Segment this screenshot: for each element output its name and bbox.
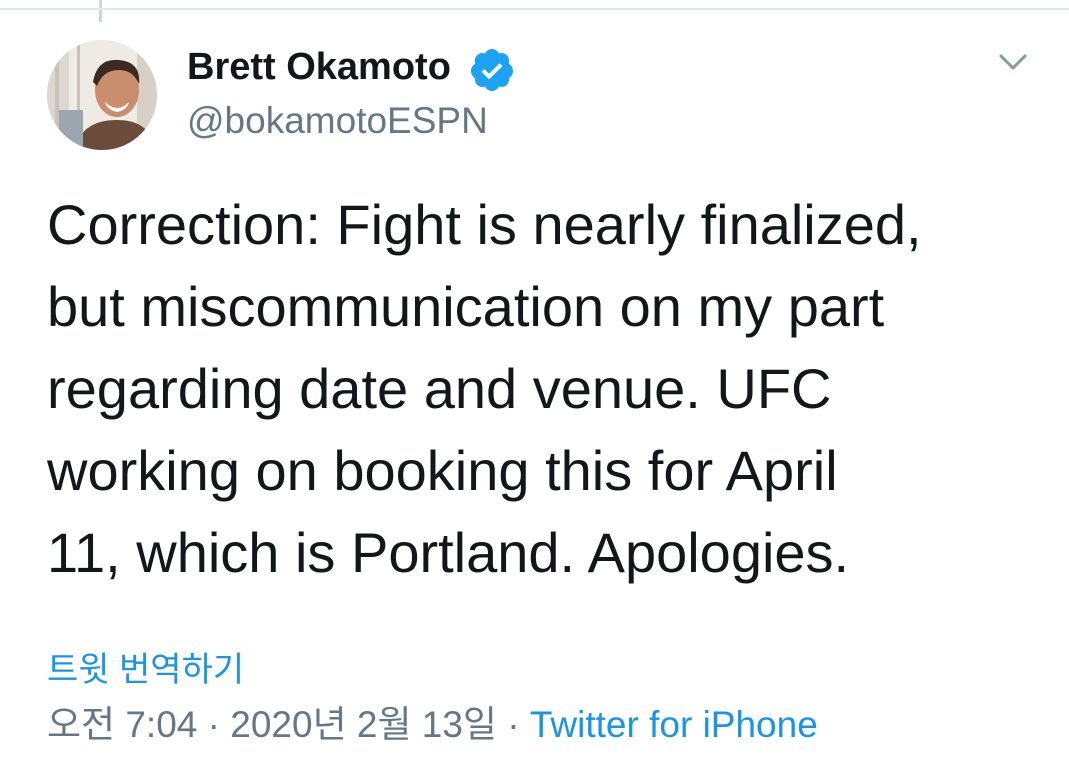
source-link[interactable]: Twitter for iPhone <box>530 704 818 745</box>
tweet-text-line: 11, which is Portland. Apologies. <box>47 521 850 584</box>
tweet-text-line: regarding date and venue. UFC <box>47 357 832 420</box>
thread-connector-line <box>99 0 102 22</box>
tweet-text: Correction: Fight is nearly finalized, b… <box>47 184 1047 594</box>
meta-separator: · <box>496 704 530 745</box>
tweet-text-line: but miscommunication on my part <box>47 275 885 338</box>
avatar[interactable] <box>47 40 157 150</box>
tweet-detail: Brett Okamoto @bokamotoESPN Correction: … <box>0 0 1069 764</box>
author-name[interactable]: Brett Okamoto <box>187 44 451 90</box>
author-handle[interactable]: @bokamotoESPN <box>187 98 488 144</box>
verified-badge-icon <box>470 49 513 91</box>
top-divider <box>0 8 1069 10</box>
timestamp[interactable]: 오전 7:04 · 2020년 2월 13일 <box>47 704 497 745</box>
translate-tweet-link[interactable]: 트윗 번역하기 <box>47 648 244 692</box>
tweet-text-line: Correction: Fight is nearly finalized, <box>47 193 922 256</box>
chevron-down-icon[interactable] <box>991 44 1035 80</box>
tweet-meta: 오전 7:04 · 2020년 2월 13일 · Twitter for iPh… <box>47 702 818 748</box>
avatar-photo <box>47 40 157 150</box>
tweet-text-line: working on booking this for April <box>47 439 838 502</box>
